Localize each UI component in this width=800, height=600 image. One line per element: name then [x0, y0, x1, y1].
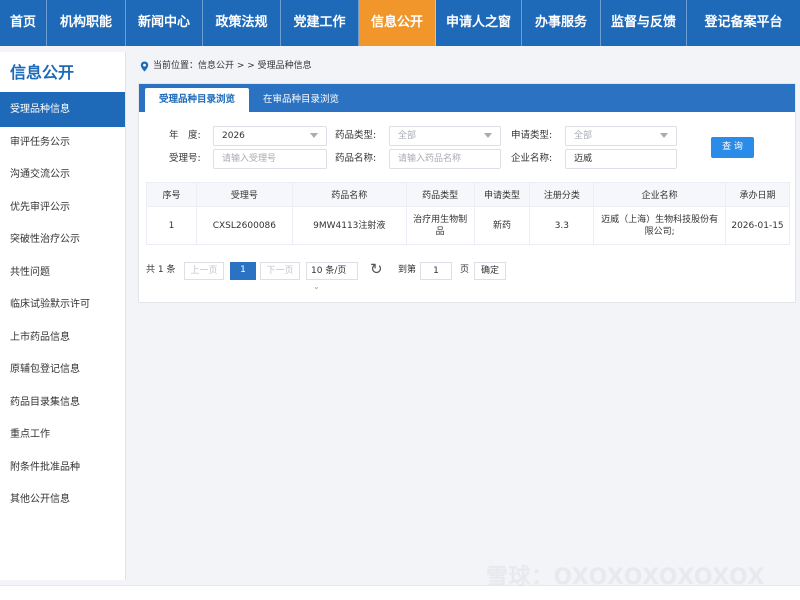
- cell-drug-name: 9MW4113注射液: [291, 206, 407, 245]
- tab-bar: 受理品种目录浏览 在审品种目录浏览: [139, 84, 795, 112]
- content-panel: 受理品种目录浏览 在审品种目录浏览 年 度: 2026 药品类型: 全部 申请类…: [138, 83, 796, 303]
- sidebar-item-communication[interactable]: 沟通交流公示: [0, 159, 125, 192]
- watermark: 雪球：OXOXOXOXOXOX: [486, 565, 765, 590]
- column-header-drug-name: 药品名称: [291, 182, 407, 207]
- sidebar-item-priority-review[interactable]: 优先审评公示: [0, 192, 125, 225]
- drug-type-select[interactable]: 全部: [389, 126, 501, 146]
- year-select-value: 2026: [222, 131, 245, 141]
- company-input[interactable]: 迈威: [565, 149, 677, 169]
- sidebar-title: 信息公开: [0, 52, 125, 94]
- pagination: 共 1 条 上一页 1 下一页 10 条/页 ⌄ ↻ 到第 1 页 确定: [146, 260, 786, 291]
- table-header-row: 序号 受理号 药品名称 药品类型 申请类型 注册分类 企业名称 承办日期: [146, 182, 790, 207]
- apply-type-label: 申请类型:: [511, 130, 553, 141]
- sidebar-item-breakthrough[interactable]: 突破性治疗公示: [0, 224, 125, 257]
- page-unit-label: 页: [460, 265, 470, 275]
- sidebar-item-conditional-approval[interactable]: 附条件批准品种: [0, 452, 125, 485]
- column-header-date: 承办日期: [725, 182, 790, 207]
- nav-info-public[interactable]: 信息公开: [359, 0, 436, 46]
- results-table: 序号 受理号 药品名称 药品类型 申请类型 注册分类 企业名称 承办日期 1 C…: [146, 182, 790, 245]
- tab-accepted-catalog[interactable]: 受理品种目录浏览: [145, 88, 250, 112]
- sidebar-item-review-tasks[interactable]: 审评任务公示: [0, 127, 125, 160]
- page-number-button[interactable]: 1: [230, 262, 256, 280]
- cell-drug-type: 治疗用生物制品: [405, 206, 475, 245]
- chevron-down-icon: ⌄: [313, 282, 320, 291]
- sidebar-item-excipients[interactable]: 原辅包登记信息: [0, 354, 125, 387]
- top-nav: 首页 机构职能 新闻中心 政策法规 党建工作 信息公开 申请人之窗 办事服务 监…: [0, 0, 800, 46]
- breadcrumb: 当前位置：信息公开 > > 受理品种信息: [140, 58, 312, 74]
- nav-party[interactable]: 党建工作: [281, 0, 359, 46]
- cell-index: 1: [146, 206, 197, 245]
- sidebar-item-other-info[interactable]: 其他公开信息: [0, 484, 125, 517]
- cell-company: 迈威（上海）生物科技股份有限公司;: [593, 206, 727, 245]
- chevron-down-icon: [484, 133, 492, 138]
- drug-type-label: 药品类型:: [335, 130, 377, 141]
- next-page-button[interactable]: 下一页: [260, 262, 300, 280]
- table-row: 1 CXSL2600086 9MW4113注射液 治疗用生物制品 新药 3.3 …: [146, 206, 790, 245]
- sidebar: 信息公开 受理品种信息 审评任务公示 沟通交流公示 优先审评公示 突破性治疗公示…: [0, 52, 126, 580]
- company-label: 企业名称:: [511, 153, 553, 164]
- pager-total: 共 1 条: [146, 265, 176, 275]
- nav-institution[interactable]: 机构职能: [47, 0, 126, 46]
- location-pin-icon: [140, 61, 149, 71]
- accept-no-input[interactable]: 请输入受理号: [213, 149, 327, 169]
- column-header-accept-no: 受理号: [195, 182, 293, 207]
- cell-date: 2026-01-15: [725, 206, 790, 245]
- nav-services[interactable]: 办事服务: [522, 0, 601, 46]
- nav-applicant[interactable]: 申请人之窗: [436, 0, 522, 46]
- sidebar-item-key-work[interactable]: 重点工作: [0, 419, 125, 452]
- drug-type-select-value: 全部: [398, 131, 417, 141]
- nav-news[interactable]: 新闻中心: [126, 0, 203, 46]
- cell-reg-class: 3.3: [529, 206, 595, 245]
- filter-form: 年 度: 2026 药品类型: 全部 申请类型: 全部 受理号: 请输入受理号 …: [139, 122, 795, 172]
- breadcrumb-text: 当前位置：信息公开 > > 受理品种信息: [153, 61, 312, 71]
- chevron-down-icon: [660, 133, 668, 138]
- column-header-company: 企业名称: [593, 182, 727, 207]
- prev-page-button[interactable]: 上一页: [184, 262, 224, 280]
- cell-apply-type: 新药: [473, 206, 531, 245]
- sidebar-item-common-issues[interactable]: 共性问题: [0, 257, 125, 290]
- sidebar-item-marketed-drugs[interactable]: 上市药品信息: [0, 322, 125, 355]
- refresh-icon[interactable]: ↻: [370, 261, 383, 279]
- nav-registration[interactable]: 登记备案平台: [687, 0, 800, 46]
- chevron-down-icon: [310, 133, 318, 138]
- column-header-drug-type: 药品类型: [405, 182, 475, 207]
- tab-in-review-catalog[interactable]: 在审品种目录浏览: [249, 88, 353, 112]
- apply-type-select-value: 全部: [574, 131, 593, 141]
- year-label: 年 度:: [169, 130, 201, 141]
- nav-home[interactable]: 首页: [0, 0, 47, 46]
- column-header-reg-class: 注册分类: [529, 182, 595, 207]
- goto-page-input[interactable]: 1: [420, 262, 452, 280]
- cell-accept-no: CXSL2600086: [195, 206, 293, 245]
- goto-confirm-button[interactable]: 确定: [474, 262, 506, 280]
- accept-no-label: 受理号:: [169, 153, 201, 164]
- year-select[interactable]: 2026: [213, 126, 327, 146]
- sidebar-item-clinical-trial[interactable]: 临床试验默示许可: [0, 289, 125, 322]
- apply-type-select[interactable]: 全部: [565, 126, 677, 146]
- goto-label: 到第: [398, 265, 417, 275]
- sidebar-item-accepted-drugs[interactable]: 受理品种信息: [0, 94, 125, 127]
- column-header-index: 序号: [146, 182, 197, 207]
- nav-policy[interactable]: 政策法规: [203, 0, 281, 46]
- nav-feedback[interactable]: 监督与反馈: [601, 0, 687, 46]
- column-header-apply-type: 申请类型: [473, 182, 531, 207]
- page-size-select[interactable]: 10 条/页 ⌄: [306, 262, 358, 291]
- drug-name-label: 药品名称:: [335, 153, 377, 164]
- page-size-value: 10 条/页: [311, 266, 347, 276]
- sidebar-item-drug-catalog[interactable]: 药品目录集信息: [0, 387, 125, 420]
- drug-name-input[interactable]: 请输入药品名称: [389, 149, 501, 169]
- query-button[interactable]: 查 询: [711, 137, 754, 158]
